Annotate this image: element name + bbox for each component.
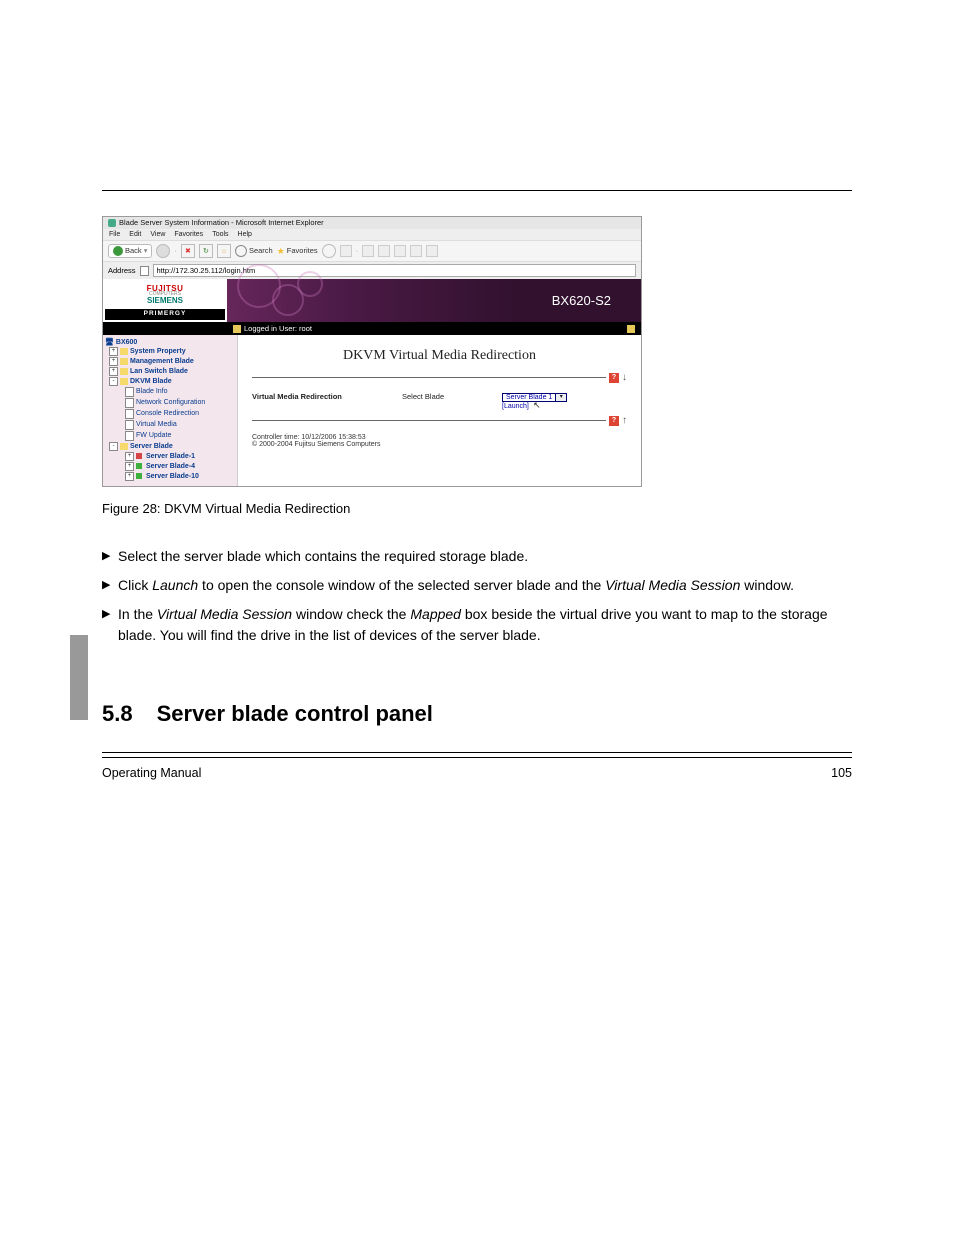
launch-link[interactable]: [Launch] xyxy=(502,403,529,410)
window-title-bar: Blade Server System Information - Micros… xyxy=(103,217,641,229)
forward-button[interactable] xyxy=(156,244,170,258)
tree-item-system-property[interactable]: +System Property xyxy=(105,347,235,356)
vmr-label: Virtual Media Redirection xyxy=(252,393,362,401)
misc-icon-6[interactable] xyxy=(426,245,438,257)
nav-tree[interactable]: BX600 +System Property +Management Blade… xyxy=(103,335,238,486)
footer-page-number: 105 xyxy=(831,766,852,780)
tree-item-fw-update[interactable]: FW Update xyxy=(121,431,235,441)
address-label: Address xyxy=(108,267,136,275)
refresh-icon[interactable]: ↻ xyxy=(199,244,213,258)
page-title: DKVM Virtual Media Redirection xyxy=(252,349,627,363)
menu-edit[interactable]: Edit xyxy=(129,231,141,238)
browser-window: Blade Server System Information - Micros… xyxy=(102,216,642,487)
tree-item-server-blade-4[interactable]: +Server Blade-4 xyxy=(121,462,235,471)
window-title: Blade Server System Information - Micros… xyxy=(119,219,324,227)
arrow-up-icon[interactable]: ↑ xyxy=(622,416,627,426)
menu-bar[interactable]: File Edit View Favorites Tools Help xyxy=(103,229,641,240)
brand-banner: FUJITSU COMPUTERS SIEMENS PRIMERGY BX620… xyxy=(103,279,641,323)
bullet-icon: ▶ xyxy=(102,604,118,624)
search-button[interactable]: Search xyxy=(235,245,273,257)
misc-icon-3[interactable] xyxy=(378,245,390,257)
address-input[interactable] xyxy=(153,264,636,277)
gear-icon xyxy=(297,271,323,297)
toolbar: Back ▾ · ✖ ↻ ⌂ Search Favorites · xyxy=(103,240,641,262)
section-number: 5.8 xyxy=(102,701,133,727)
step-2: ▶ Click Launch to open the console windo… xyxy=(102,575,852,596)
menu-tools[interactable]: Tools xyxy=(212,231,228,238)
tree-item-server-blade[interactable]: -Server Blade xyxy=(105,442,235,451)
step-1: ▶ Select the server blade which contains… xyxy=(102,546,852,567)
help-icon[interactable]: ? xyxy=(609,373,619,383)
misc-icon-5[interactable] xyxy=(410,245,422,257)
tree-item-server-blade-1[interactable]: +Server Blade-1 xyxy=(121,452,235,461)
tree-item-dkvm-blade[interactable]: -DKVM Blade xyxy=(105,377,235,386)
tree-item-management-blade[interactable]: +Management Blade xyxy=(105,357,235,366)
login-status-bar: Logged in User: root xyxy=(103,323,641,335)
chevron-down-icon[interactable]: ▾ xyxy=(555,394,566,401)
bullet-icon: ▶ xyxy=(102,546,118,566)
menu-favorites[interactable]: Favorites xyxy=(174,231,203,238)
tree-item-network-config[interactable]: Network Configuration xyxy=(121,398,235,408)
login-status-text: Logged in User: root xyxy=(244,325,312,333)
misc-icon-2[interactable] xyxy=(362,245,374,257)
tree-item-blade-info[interactable]: Blade Info xyxy=(121,387,235,397)
select-blade-label: Select Blade xyxy=(402,393,462,401)
instructions: ▶ Select the server blade which contains… xyxy=(102,546,852,646)
tree-item-virtual-media[interactable]: Virtual Media xyxy=(121,420,235,430)
address-page-icon xyxy=(140,266,149,276)
ie-icon xyxy=(108,219,116,227)
address-bar: Address xyxy=(103,262,641,279)
favorites-button[interactable]: Favorites xyxy=(277,247,318,256)
status-icon xyxy=(627,325,635,333)
misc-icon-4[interactable] xyxy=(394,245,406,257)
home-icon[interactable]: ⌂ xyxy=(217,244,231,258)
tree-item-lan-switch-blade[interactable]: +Lan Switch Blade xyxy=(105,367,235,376)
section-heading: 5.8 Server blade control panel xyxy=(102,701,852,727)
copyright: © 2000-2004 Fujitsu Siemens Computers xyxy=(252,441,627,448)
menu-view[interactable]: View xyxy=(150,231,165,238)
menu-file[interactable]: File xyxy=(109,231,120,238)
misc-icon-1[interactable] xyxy=(340,245,352,257)
menu-help[interactable]: Help xyxy=(238,231,252,238)
bullet-icon: ▶ xyxy=(102,575,118,595)
tree-item-server-blade-10[interactable]: +Server Blade-10 xyxy=(121,472,235,481)
back-button[interactable]: Back ▾ xyxy=(108,244,152,258)
model-label: BX620-S2 xyxy=(552,294,641,307)
arrow-down-icon[interactable]: ↓ xyxy=(622,373,627,383)
tree-root-bx600[interactable]: BX600 xyxy=(105,339,235,346)
primergy-label: PRIMERGY xyxy=(105,309,225,320)
side-thumb-tab xyxy=(70,635,88,720)
step-3: ▶ In the Virtual Media Session window ch… xyxy=(102,604,852,646)
help-icon[interactable]: ? xyxy=(609,416,619,426)
section-title: Server blade control panel xyxy=(157,701,433,727)
main-panel: DKVM Virtual Media Redirection ? ↓ Virtu… xyxy=(238,335,641,486)
blade-select[interactable]: Server Blade 1 ▾ xyxy=(502,393,567,402)
footer-left: Operating Manual xyxy=(102,766,201,780)
figure-caption: Figure 28: DKVM Virtual Media Redirectio… xyxy=(102,501,852,516)
media-icon[interactable] xyxy=(322,244,336,258)
stop-icon[interactable]: ✖ xyxy=(181,244,195,258)
controller-time: Controller time: 10/12/2006 15:38:53 xyxy=(252,434,627,441)
page-footer: Operating Manual 105 xyxy=(102,766,852,780)
toolbar-sep: · xyxy=(174,247,177,255)
tree-item-console-redirection[interactable]: Console Redirection xyxy=(121,409,235,419)
logo-siemens: SIEMENS xyxy=(147,297,183,305)
